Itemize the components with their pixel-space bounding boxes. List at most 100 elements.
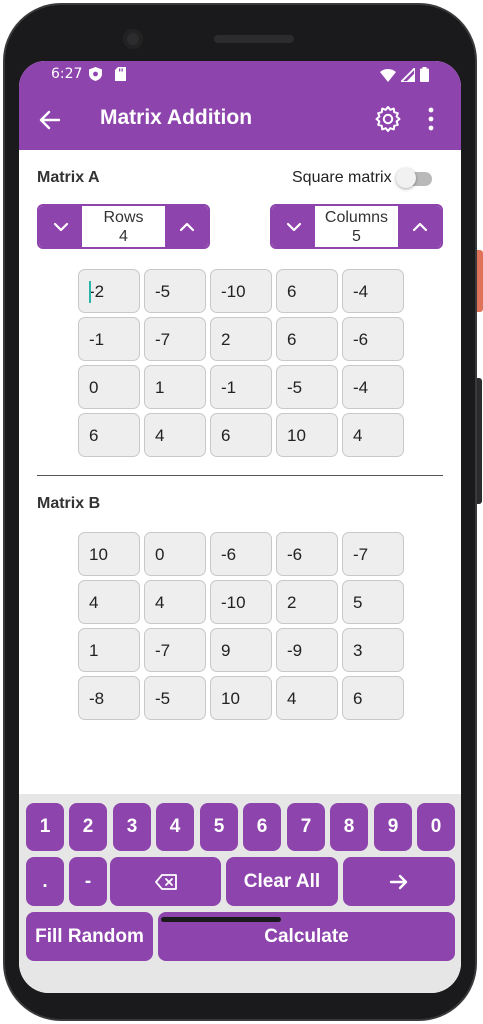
matrix-a-cell[interactable]: -4 [342,365,404,409]
matrix-a-cell[interactable]: -4 [342,269,404,313]
columns-stepper: Columns 5 [270,204,443,249]
phone-frame: 6:27 Matrix Addition Matrix A Square mat… [0,0,483,1024]
matrix-a-cell[interactable]: 6 [78,413,140,457]
key-8[interactable]: 8 [330,803,368,851]
key-4[interactable]: 4 [156,803,194,851]
chevron-down-icon [53,222,68,231]
wifi-icon [380,68,396,82]
more-vert-icon[interactable] [425,106,437,132]
app-title: Matrix Addition [100,106,253,129]
signal-icon [401,67,415,82]
power-button [477,250,483,312]
fill-random-button[interactable]: Fill Random [26,912,153,961]
columns-increment-button[interactable] [398,206,441,247]
square-matrix-label: Square matrix [292,169,392,186]
key-6[interactable]: 6 [243,803,281,851]
key-dot[interactable]: . [26,857,64,906]
key-5[interactable]: 5 [200,803,238,851]
section-divider [37,475,443,476]
text-cursor [89,281,91,303]
key-9[interactable]: 9 [374,803,412,851]
matrix-b-grid: 10 0 -6 -6 -7 4 4 -10 2 5 1 -7 9 -9 3 -8… [78,532,404,720]
status-icons [380,67,429,82]
matrix-b-cell[interactable]: 10 [210,676,272,720]
gear-icon[interactable] [373,104,403,134]
matrix-b-cell[interactable]: 1 [78,628,140,672]
matrix-b-cell[interactable]: -9 [276,628,338,672]
rows-decrement-button[interactable] [39,206,82,247]
key-minus[interactable]: - [69,857,107,906]
matrix-b-cell[interactable]: 0 [144,532,206,576]
columns-label: Columns [324,209,389,226]
keypad: 1 2 3 4 5 6 7 8 9 0 . - Clear All Fill R… [19,794,461,993]
matrix-b-cell[interactable]: 4 [276,676,338,720]
switch-thumb [396,168,416,188]
back-arrow-icon[interactable] [35,105,65,135]
earpiece-speaker [214,35,294,43]
matrix-a-cell[interactable]: 6 [276,269,338,313]
rows-label: Rows [103,209,144,226]
clear-all-button[interactable]: Clear All [226,857,338,906]
matrix-a-cell[interactable]: -1 [210,365,272,409]
next-button[interactable] [343,857,455,906]
matrix-b-cell[interactable]: 2 [276,580,338,624]
matrix-a-cell[interactable]: 6 [276,317,338,361]
matrix-b-cell[interactable]: 5 [342,580,404,624]
chevron-up-icon [412,222,427,231]
matrix-a-cell[interactable]: 0 [78,365,140,409]
matrix-b-cell[interactable]: -6 [210,532,272,576]
shield-icon [89,67,102,81]
backspace-icon [154,873,177,890]
matrix-b-cell[interactable]: 9 [210,628,272,672]
rows-stepper: Rows 4 [37,204,210,249]
matrix-b-cell[interactable]: -5 [144,676,206,720]
key-0[interactable]: 0 [417,803,455,851]
matrix-a-cell[interactable]: -7 [144,317,206,361]
matrix-a-cell[interactable]: 4 [144,413,206,457]
matrix-a-cell[interactable]: -5 [144,269,206,313]
matrix-b-cell[interactable]: 10 [78,532,140,576]
matrix-a-cell[interactable]: 10 [276,413,338,457]
rows-value: 4 [119,228,128,245]
matrix-b-cell[interactable]: -6 [276,532,338,576]
matrix-a-cell[interactable]: -1 [78,317,140,361]
matrix-b-cell[interactable]: 6 [342,676,404,720]
matrix-b-cell[interactable]: 4 [144,580,206,624]
key-7[interactable]: 7 [287,803,325,851]
volume-button [477,378,482,504]
status-time: 6:27 [51,66,83,82]
home-indicator[interactable] [161,917,281,922]
sd-card-icon [115,67,126,81]
matrix-a-cell[interactable]: -6 [342,317,404,361]
chevron-down-icon [286,222,301,231]
matrix-b-cell[interactable]: -8 [78,676,140,720]
matrix-a-cell[interactable]: 4 [342,413,404,457]
key-2[interactable]: 2 [69,803,107,851]
matrix-a-cell[interactable]: -2 [78,269,140,313]
matrix-b-cell[interactable]: -7 [342,532,404,576]
backspace-button[interactable] [110,857,221,906]
key-3[interactable]: 3 [113,803,151,851]
matrix-a-cell[interactable]: 2 [210,317,272,361]
square-matrix-switch[interactable] [396,168,432,188]
matrix-a-label: Matrix A [37,169,100,186]
matrix-a-cell[interactable]: 6 [210,413,272,457]
key-1[interactable]: 1 [26,803,64,851]
matrix-b-cell[interactable]: 4 [78,580,140,624]
rows-increment-button[interactable] [165,206,208,247]
matrix-a-cell[interactable]: 1 [144,365,206,409]
columns-value: 5 [352,228,361,245]
matrix-a-cell[interactable]: -5 [276,365,338,409]
columns-decrement-button[interactable] [272,206,315,247]
matrix-a-grid: -2 -5 -10 6 -4 -1 -7 2 6 -6 0 1 -1 -5 -4… [78,269,404,457]
matrix-b-cell[interactable]: -7 [144,628,206,672]
status-bar: 6:27 [19,61,461,89]
matrix-b-label: Matrix B [37,495,101,512]
matrix-b-cell[interactable]: -10 [210,580,272,624]
screen: 6:27 Matrix Addition Matrix A Square mat… [19,61,461,993]
front-camera [123,29,143,49]
matrix-b-cell[interactable]: 3 [342,628,404,672]
arrow-right-icon [389,874,408,889]
chevron-up-icon [179,222,194,231]
matrix-a-cell[interactable]: -10 [210,269,272,313]
